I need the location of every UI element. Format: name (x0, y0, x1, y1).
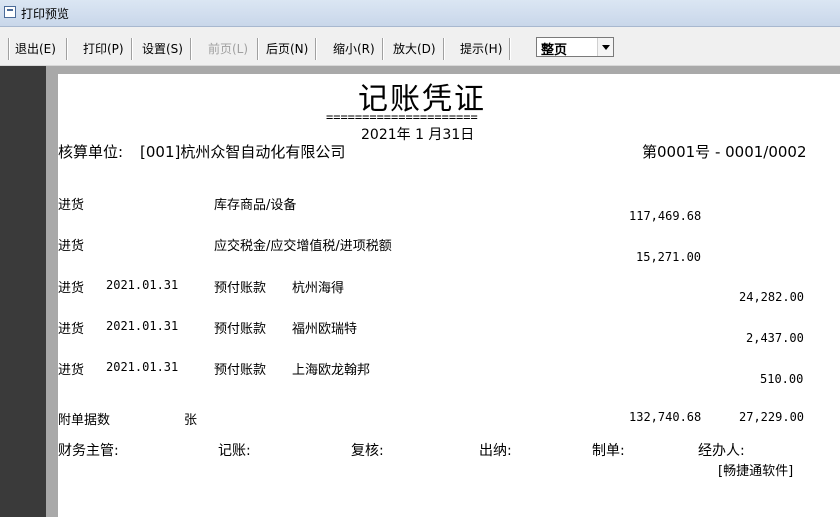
voucher-page: 记账凭证 ===================== 2021年 1 月31日 … (58, 74, 840, 517)
entry-debit: 117,469.68 (629, 209, 702, 223)
toolbar-separator (66, 38, 68, 60)
next-page-button[interactable]: 后页(N) (263, 38, 311, 60)
software-name: [畅捷通软件] (718, 464, 794, 479)
sign-handler: 经办人: (698, 443, 745, 459)
entry-account: 库存商品/设备 (214, 198, 297, 213)
preview-side-panel (0, 66, 46, 517)
preview-top-gutter (46, 66, 840, 74)
entry-account: 预付账款 (214, 322, 267, 337)
unit-value: [001]杭州众智自动化有限公司 (140, 143, 346, 161)
entry-date: 2021.01.31 (106, 278, 179, 292)
hint-button[interactable]: 提示(H) (457, 38, 505, 60)
zoom-out-button[interactable]: 缩小(R) (330, 38, 378, 60)
entry-date: 2021.01.31 (106, 360, 179, 374)
window-title: 打印预览 (21, 7, 70, 21)
sign-bookkeeper: 记账: (218, 443, 251, 459)
toolbar-separator (190, 38, 192, 60)
entry-summary: 进货 (58, 363, 85, 378)
sign-reviewer: 复核: (351, 443, 384, 459)
entry-credit: 510.00 (760, 372, 804, 386)
total-debit: 132,740.68 (629, 410, 702, 424)
toolbar-separator (131, 38, 133, 60)
entry-aux: 上海欧龙翰邦 (292, 363, 371, 378)
entry-summary: 进货 (58, 239, 85, 254)
toolbar: 退出(E) 打印(P) 设置(S) 前页(L) 后页(N) 缩小(R) 放大(D… (0, 28, 840, 66)
title-underline: ===================== (326, 110, 478, 124)
entry-aux: 杭州海得 (292, 281, 345, 296)
entry-debit: 15,271.00 (636, 250, 702, 264)
entry-account: 预付账款 (214, 281, 267, 296)
entry-aux: 福州欧瑞特 (292, 322, 358, 337)
print-button[interactable]: 打印(P) (80, 38, 127, 60)
attach-label: 附单据数 (58, 413, 111, 428)
toolbar-separator (443, 38, 445, 60)
entry-credit: 2,437.00 (746, 331, 804, 345)
settings-button[interactable]: 设置(S) (139, 38, 186, 60)
total-credit: 27,229.00 (739, 410, 805, 424)
voucher-date: 2021年 1 月31日 (361, 127, 475, 143)
preview-gutter (46, 66, 58, 517)
zoom-in-button[interactable]: 放大(D) (390, 38, 439, 60)
toolbar-separator (257, 38, 259, 60)
toolbar-separator (8, 38, 10, 60)
unit-label: 核算单位: (58, 143, 124, 161)
title-bar: 打印预览 (0, 0, 840, 27)
app-window-icon (4, 6, 16, 18)
entry-credit: 24,282.00 (739, 290, 805, 304)
chevron-down-icon[interactable] (597, 38, 613, 56)
exit-button[interactable]: 退出(E) (12, 38, 59, 60)
toolbar-separator (509, 38, 511, 60)
sign-preparer: 制单: (592, 443, 625, 459)
page-mode-select[interactable]: 整页 (536, 37, 614, 58)
page-mode-value: 整页 (541, 43, 568, 58)
toolbar-separator (315, 38, 317, 60)
entry-summary: 进货 (58, 281, 85, 296)
prev-page-button[interactable]: 前页(L) (205, 38, 251, 60)
entry-summary: 进货 (58, 322, 85, 337)
entry-account: 应交税金/应交增值税/进项税额 (214, 239, 392, 254)
sign-finance-manager: 财务主管: (58, 443, 119, 459)
sign-cashier: 出纳: (479, 443, 512, 459)
voucher-number: 第0001号 - 0001/0002 (642, 143, 807, 161)
toolbar-separator (382, 38, 384, 60)
attach-unit: 张 (184, 413, 198, 428)
entry-summary: 进货 (58, 198, 85, 213)
entry-date: 2021.01.31 (106, 319, 179, 333)
entry-account: 预付账款 (214, 363, 267, 378)
